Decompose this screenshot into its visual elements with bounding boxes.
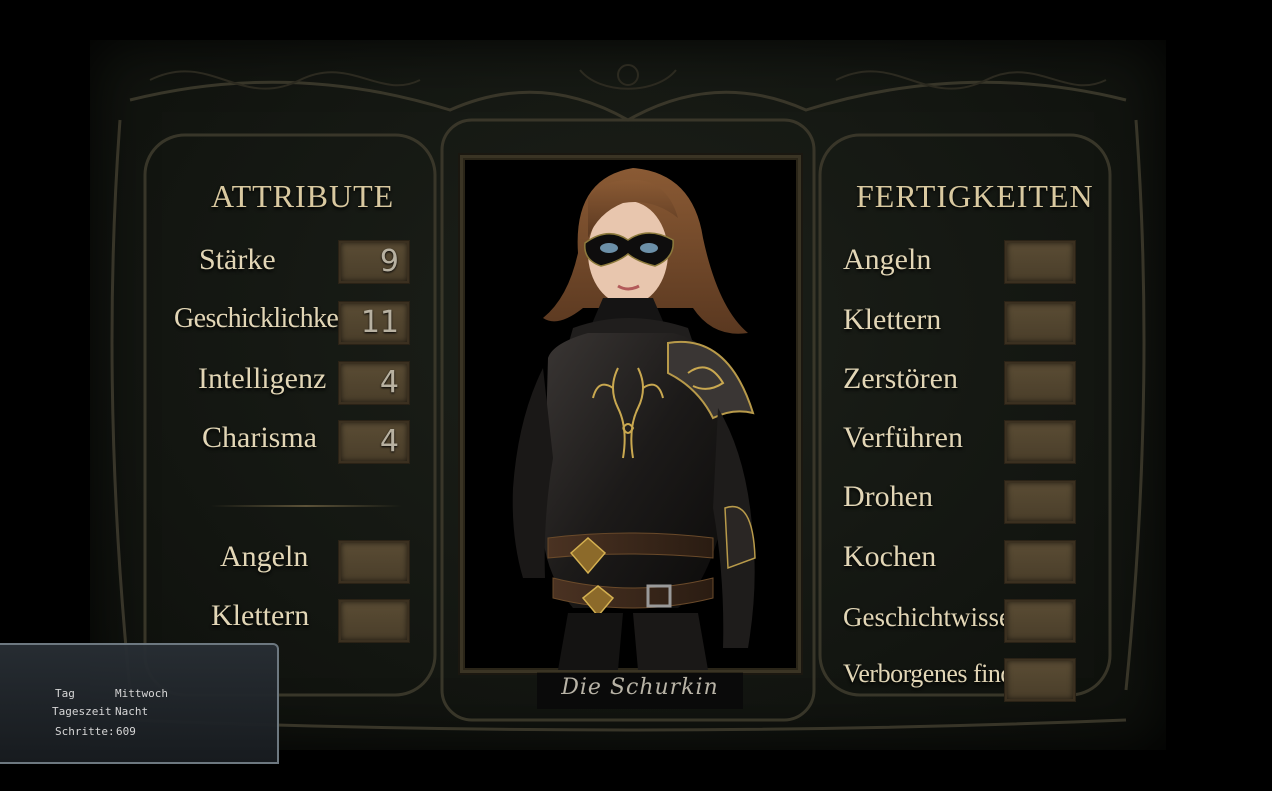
attribute-value-charisma: 4 [379,424,399,459]
skill-value-box-seduce [1005,421,1075,463]
skill-value-box-history [1005,600,1075,642]
steps-label: Schritte: [55,725,115,738]
attribute-value-box-intelligence: 4 [339,362,409,404]
attribute-extra-label-climbing: Klettern [211,599,310,632]
steps-value: 609 [116,725,136,738]
attribute-extra-box-fishing [339,541,409,583]
skill-label-cooking: Kochen [843,540,937,573]
attribute-extra-box-climbing [339,600,409,642]
skill-label-fishing: Angeln [843,243,932,276]
attribute-value-box-charisma: 4 [339,421,409,463]
character-portrait-frame [460,155,801,673]
skill-value-box-cooking [1005,541,1075,583]
day-value: Mittwoch [115,687,168,700]
skill-label-history: Geschichtwissen [843,602,1025,632]
attribute-value-dexterity: 11 [360,305,399,340]
skills-heading: FERTIGKEITEN [856,178,1094,214]
skill-label-climbing: Klettern [843,303,942,336]
attribute-value-intelligence: 4 [379,365,399,400]
skill-label-threaten: Drohen [843,480,933,513]
attribute-value-box-dexterity: 11 [339,302,409,344]
attribute-value-strength: 9 [379,244,399,279]
skill-value-box-fishing [1005,241,1075,283]
attributes-divider [210,505,402,507]
skill-value-box-destroy [1005,362,1075,404]
attribute-extra-label-fishing: Angeln [220,540,309,573]
skill-label-seduce: Verführen [843,421,963,454]
skill-label-destroy: Zerstören [843,362,958,395]
attribute-label-dexterity: Geschicklichkeit [174,303,353,334]
character-name-plate: Die Schurkin [537,672,743,709]
time-of-day-value: Nacht [115,705,149,718]
time-of-day-label: Tageszeit [52,705,112,718]
attribute-label-strength: Stärke [199,243,276,276]
attribute-value-box-strength: 9 [339,241,409,283]
character-name: Die Schurkin [561,675,719,700]
attributes-heading: ATTRIBUTE [211,178,395,214]
skill-value-box-find-hidden [1005,659,1075,701]
skill-value-box-climbing [1005,302,1075,344]
attribute-label-charisma: Charisma [202,421,317,454]
attribute-label-intelligence: Intelligenz [198,362,327,395]
skill-value-box-threaten [1005,481,1075,523]
day-label: Tag [55,687,75,700]
status-window: Tag Mittwoch Tageszeit Nacht Schritte: 6… [0,643,279,764]
masked-rogue-portrait-icon [512,168,756,670]
